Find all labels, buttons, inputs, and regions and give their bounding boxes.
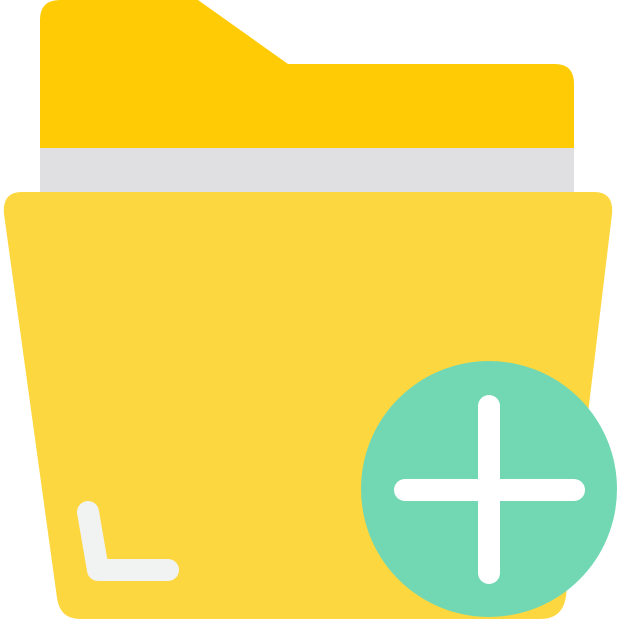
folder-back-panel — [40, 0, 574, 160]
paper-sheet — [40, 148, 574, 196]
add-folder-icon — [0, 0, 619, 619]
add-folder-graphic — [3, 0, 617, 619]
